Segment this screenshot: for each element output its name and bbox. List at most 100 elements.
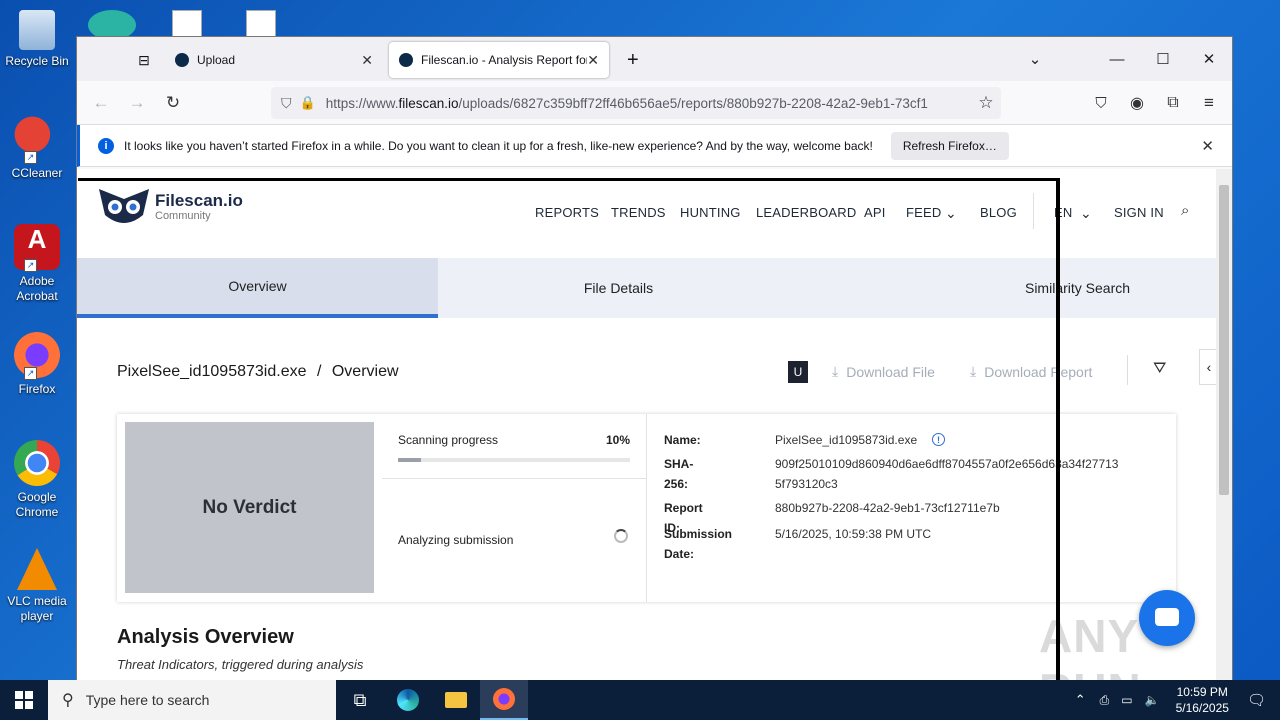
page-scrollbar[interactable] [1216,169,1232,681]
nav-blog[interactable]: BLOG [980,205,1017,220]
nav-leaderboard[interactable]: LEADERBOARD [756,205,856,220]
download-icon: ⤓ [970,363,977,379]
logo-subtitle: Community [155,209,211,222]
clock-time: 10:59 PM [1176,685,1228,699]
file-icon[interactable] [172,10,202,38]
url-domain: filescan.io [398,95,459,111]
desktop-icon-ccleaner[interactable]: ↗ CCleaner [0,116,74,181]
name-value: PixelSee_id1095873id.exe [775,433,918,447]
chat-button[interactable] [1139,590,1195,646]
tab-file-details[interactable]: File Details [438,258,799,318]
feed-chevron-down-icon[interactable]: ⌄ [945,205,957,222]
clock-date: 5/16/2025 [1175,701,1229,715]
analysis-overview-subtitle: Threat Indicators, triggered during anal… [117,657,364,672]
desktop-icon-label: VLC media player [7,594,67,623]
filescan-logo[interactable]: Filescan.io Community [97,185,243,229]
tab-overview[interactable]: Overview [77,258,438,318]
close-notification-icon[interactable]: ✕ [1201,137,1214,155]
forward-button[interactable]: → [123,89,151,117]
account-button[interactable]: ◉ [1123,89,1151,117]
task-view-icon: ⧉ [353,689,367,710]
sign-in-link[interactable]: SIGN IN [1114,205,1164,220]
report-summary-card: No Verdict Scanning progress 10% Analyzi… [117,414,1176,602]
info-icon[interactable]: ! [932,433,945,446]
user-badge[interactable]: U [788,361,808,383]
search-icon[interactable]: ⌕ [1181,202,1190,219]
scanning-progress-bar [398,458,630,462]
adobe-acrobat-icon: A ↗ [14,224,60,272]
arrow-right-icon: → [128,93,146,112]
file-icon[interactable] [246,10,276,38]
url-path: /uploads/6827c359bff72ff46b656ae5/report… [458,95,928,111]
account-icon: ◉ [1130,95,1144,112]
download-icon: ⤓ [832,363,839,379]
tab-filescan-report[interactable]: Filescan.io - Analysis Report for ✕ [389,42,609,78]
desktop-icon-firefox[interactable]: ↗ Firefox [0,332,74,397]
nav-hunting[interactable]: HUNTING [680,205,741,220]
taskbar-edge[interactable] [384,680,432,720]
maximize-icon: ☐ [1156,51,1170,68]
sidebar-toggle-chevron-left-icon[interactable]: ‹ [1199,349,1216,385]
firefox-icon: ↗ [14,332,60,380]
list-all-tabs-button[interactable]: ⌄ [1012,37,1058,81]
report-tabs: Overview File Details Similarity Search [77,258,1216,318]
logo-title: Filescan.io [155,190,243,210]
menu-button[interactable]: ≡ [1195,89,1223,117]
taskbar-firefox[interactable] [480,680,528,720]
scanning-progress-percent: 10% [605,433,630,447]
ccleaner-icon: ↗ [14,116,60,164]
divider [1127,355,1128,385]
extensions-button[interactable]: ⧉ [1159,89,1187,117]
arrow-left-icon: ← [92,93,110,112]
back-button[interactable]: ← [87,89,115,117]
desktop-icon-vlc[interactable]: VLC media player [0,548,74,624]
refresh-notification-bar: i It looks like you haven’t started Fire… [77,125,1232,167]
tab-overview-button[interactable]: ⊟ [127,42,161,78]
clock[interactable]: 10:59 PM 5/16/2025 [1176,684,1229,716]
tab-upload[interactable]: Upload ✕ [165,42,383,78]
address-bar[interactable]: ⛉ 🔒 https://www. filescan.io/uploads/6827… [271,87,1001,119]
volume-icon[interactable]: 🔈 [1145,693,1160,707]
minimize-button[interactable]: — [1094,37,1140,81]
task-view-button[interactable]: ⧉ [336,680,384,720]
chevron-up-icon[interactable]: ⌃ [1075,692,1086,708]
taskbar-file-explorer[interactable] [432,680,480,720]
bookmark-star-button[interactable]: ☆ [972,89,1000,117]
nav-api[interactable]: API [864,205,886,220]
taskbar-search[interactable]: ⚲ Type here to search [48,680,336,720]
maximize-button[interactable]: ☐ [1140,37,1186,81]
download-report-button[interactable]: ⤓ Download Report [970,363,1092,380]
nav-feed[interactable]: FEED [906,205,941,220]
battery-icon[interactable]: ▭ [1121,693,1132,707]
refresh-firefox-button[interactable]: Refresh Firefox… [890,131,1009,160]
nav-trends[interactable]: TRENDS [611,205,666,220]
edge-icon [397,689,419,711]
tab-label: Filescan.io - Analysis Report for [421,53,587,67]
scanning-progress-label: Scanning progress [398,433,499,447]
firefox-icon [493,688,515,710]
reload-button[interactable]: ↻ [159,89,187,117]
name-label: Name: [664,433,701,447]
desktop-icon-adobe-acrobat[interactable]: A ↗ Adobe Acrobat [0,224,74,304]
new-tab-button[interactable]: + [617,42,649,78]
notifications-icon[interactable]: 🗨 [1247,691,1266,709]
overlay-border [78,178,1058,181]
system-tray: ⌃ ⎙ ▭ 🔈 10:59 PM 5/16/2025 🗨 [1067,680,1280,720]
pocket-button[interactable]: ⛉ [1087,89,1115,117]
scrollbar-thumb[interactable] [1219,185,1229,495]
network-icon[interactable]: ⎙ [1100,693,1110,708]
desktop-icon-label: Firefox [18,382,56,396]
close-window-button[interactable]: ✕ [1186,37,1232,81]
close-tab-icon[interactable]: ✕ [587,52,599,69]
desktop-icon-google-chrome[interactable]: Google Chrome [0,440,74,520]
language-chevron-down-icon[interactable]: ⌄ [1080,205,1092,222]
tab-similarity-search[interactable]: Similarity Search [799,258,1216,318]
divider [1033,193,1034,229]
tab-bar: ⊟ Upload ✕ Filescan.io - Analysis Report… [77,37,1232,81]
filter-icon[interactable]: ⛛ [1153,360,1166,378]
desktop-icon-recycle-bin[interactable]: Recycle Bin [0,10,74,69]
nav-reports[interactable]: REPORTS [535,205,599,220]
close-tab-icon[interactable]: ✕ [361,52,373,69]
start-button[interactable] [0,680,48,720]
download-file-button[interactable]: ⤓ Download File [832,363,935,380]
